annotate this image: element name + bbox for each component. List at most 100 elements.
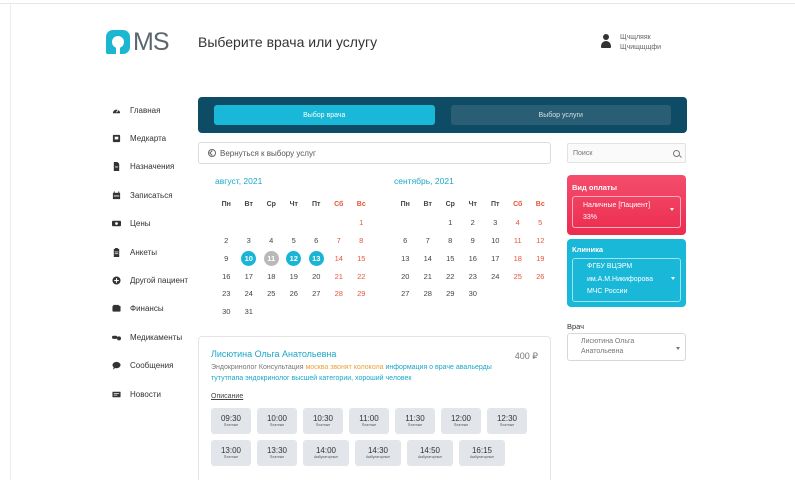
calendar-day[interactable]: 25 xyxy=(260,285,283,303)
calendar-day[interactable]: 11 xyxy=(507,232,530,250)
calendar-day[interactable]: 24 xyxy=(484,267,507,285)
calendar-day[interactable]: 2 xyxy=(215,232,238,250)
calendar-day[interactable]: 2 xyxy=(462,214,485,232)
calendar-day[interactable]: 13 xyxy=(394,249,417,267)
calendar-day[interactable]: 26 xyxy=(283,285,306,303)
calendar-day[interactable]: 6 xyxy=(394,232,417,250)
calendar-day[interactable]: 3 xyxy=(484,214,507,232)
time-slot-button[interactable]: 10:00 Платные xyxy=(257,408,297,434)
sidebar-item-news[interactable]: Новости xyxy=(112,380,192,408)
calendar-day-number xyxy=(488,286,503,301)
time-slot-button[interactable]: 14:00 Амбулаторные xyxy=(303,440,349,466)
calendar-day[interactable]: 7 xyxy=(328,232,351,250)
search-input[interactable] xyxy=(573,149,673,157)
doctor-name[interactable]: Лисютина Ольга Анатольевна xyxy=(211,349,538,359)
calendar-day[interactable]: 5 xyxy=(283,232,306,250)
calendar-day[interactable]: 7 xyxy=(417,232,440,250)
calendar-day[interactable]: 31 xyxy=(238,303,261,321)
weekday-header: Вс xyxy=(356,201,366,209)
tab-choose-service[interactable]: Выбор услуги xyxy=(450,105,671,125)
calendar-day[interactable]: 16 xyxy=(215,267,238,285)
tab-choose-doctor[interactable]: Выбор врача xyxy=(214,105,435,125)
calendar-day[interactable]: 18 xyxy=(260,267,283,285)
clinic-select[interactable]: ФГБУ ВЦЭРМ им.А.М.Никифорова МЧС России xyxy=(572,258,681,302)
calendar-day[interactable]: 25 xyxy=(507,267,530,285)
time-slot-button[interactable]: 09:30 Платные xyxy=(211,408,251,434)
calendar-day[interactable]: 4 xyxy=(507,214,530,232)
calendar-day[interactable]: 26 xyxy=(529,267,552,285)
calendar-day[interactable]: 28 xyxy=(417,285,440,303)
calendar-day[interactable]: 22 xyxy=(439,267,462,285)
calendar-day[interactable]: 6 xyxy=(305,232,328,250)
time-slot-button[interactable]: 11:00 Платные xyxy=(349,408,389,434)
sidebar-item-messages[interactable]: Сообщения xyxy=(112,352,192,380)
calendar-day[interactable]: 4 xyxy=(260,232,283,250)
time-slot-button[interactable]: 10:30 Платные xyxy=(303,408,343,434)
calendar-day[interactable]: 5 xyxy=(529,214,552,232)
calendar-day[interactable]: 24 xyxy=(238,285,261,303)
sidebar-item-prices[interactable]: Цены xyxy=(112,210,192,238)
calendar-day[interactable]: 3 xyxy=(238,232,261,250)
calendar-day[interactable]: 17 xyxy=(238,267,261,285)
calendar-day[interactable]: 21 xyxy=(328,267,351,285)
description-link[interactable]: Описание xyxy=(211,393,243,400)
payment-type-select[interactable]: Наличные [Пациент] 33% xyxy=(572,196,681,228)
calendar-day[interactable]: 1 xyxy=(350,214,373,232)
doctor-select[interactable]: Лисютина Ольга Анатольевна xyxy=(567,333,686,361)
calendar-day[interactable]: 14 xyxy=(328,249,351,267)
time-slot-button[interactable]: 16:15 Амбулаторные xyxy=(459,440,505,466)
calendar-day[interactable]: 18 xyxy=(507,249,530,267)
logo[interactable]: MS xyxy=(106,28,169,56)
calendar-day[interactable]: 11 xyxy=(260,249,283,267)
calendar-day[interactable]: 12 xyxy=(283,249,306,267)
sidebar-item-forms[interactable]: Анкеты xyxy=(112,238,192,266)
calendar-day[interactable]: 8 xyxy=(439,232,462,250)
time-slot-button[interactable]: 12:30 Платные xyxy=(487,408,527,434)
calendar-day[interactable]: 9 xyxy=(462,232,485,250)
sidebar-item-medcard[interactable]: Медкарта xyxy=(112,124,192,152)
calendar-day[interactable]: 15 xyxy=(439,249,462,267)
calendar-day[interactable]: 10 xyxy=(238,249,261,267)
calendar-day[interactable]: 1 xyxy=(439,214,462,232)
calendar-day[interactable]: 9 xyxy=(215,249,238,267)
calendar-day[interactable]: 29 xyxy=(350,285,373,303)
sidebar-item-home[interactable]: Главная xyxy=(112,96,192,124)
search-icon[interactable] xyxy=(673,149,680,157)
calendar-day[interactable]: 28 xyxy=(328,285,351,303)
calendar-day[interactable]: 16 xyxy=(462,249,485,267)
calendar-day[interactable]: 17 xyxy=(484,249,507,267)
sidebar-item-book[interactable]: Записаться xyxy=(112,181,192,209)
calendar-day[interactable]: 23 xyxy=(215,285,238,303)
calendar-day[interactable]: 20 xyxy=(394,267,417,285)
calendar-day[interactable]: 19 xyxy=(529,249,552,267)
calendar-day[interactable]: 21 xyxy=(417,267,440,285)
sidebar-item-medicines[interactable]: Медикаменты xyxy=(112,323,192,351)
sidebar-item-prescriptions[interactable]: Назначения xyxy=(112,153,192,181)
sidebar-item-other-patient[interactable]: Другой пациент xyxy=(112,266,192,294)
back-to-services-button[interactable]: Вернуться к выбору услуг xyxy=(198,142,551,164)
calendar-day[interactable]: 22 xyxy=(350,267,373,285)
calendar-day[interactable]: 20 xyxy=(305,267,328,285)
calendar-day[interactable]: 30 xyxy=(462,285,485,303)
calendar-day[interactable]: 27 xyxy=(305,285,328,303)
time-slot-button[interactable]: 14:30 Амбулаторные xyxy=(355,440,401,466)
sidebar-item-finance[interactable]: Финансы xyxy=(112,295,192,323)
calendar-day[interactable]: 29 xyxy=(439,285,462,303)
time-slot-button[interactable]: 13:30 Платные xyxy=(257,440,297,466)
calendar-day[interactable]: 30 xyxy=(215,303,238,321)
calendar-day[interactable]: 23 xyxy=(462,267,485,285)
time-slot-button[interactable]: 11:30 Платные xyxy=(395,408,435,434)
time-slot-button[interactable]: 14:50 Амбулаторные xyxy=(407,440,453,466)
time-slot-button[interactable]: 12:00 Платные xyxy=(441,408,481,434)
calendar-day[interactable]: 10 xyxy=(484,232,507,250)
calendar-day[interactable]: 19 xyxy=(283,267,306,285)
calendar-day[interactable]: 27 xyxy=(394,285,417,303)
calendar-day[interactable]: 13 xyxy=(305,249,328,267)
calendar-day[interactable]: 12 xyxy=(529,232,552,250)
time-slot-time: 13:00 xyxy=(220,446,242,455)
user-menu[interactable]: Щчщляяк Щчищщщфи xyxy=(600,33,661,53)
calendar-day[interactable]: 15 xyxy=(350,249,373,267)
time-slot-button[interactable]: 13:00 Платные xyxy=(211,440,251,466)
calendar-day[interactable]: 14 xyxy=(417,249,440,267)
calendar-day[interactable]: 8 xyxy=(350,232,373,250)
